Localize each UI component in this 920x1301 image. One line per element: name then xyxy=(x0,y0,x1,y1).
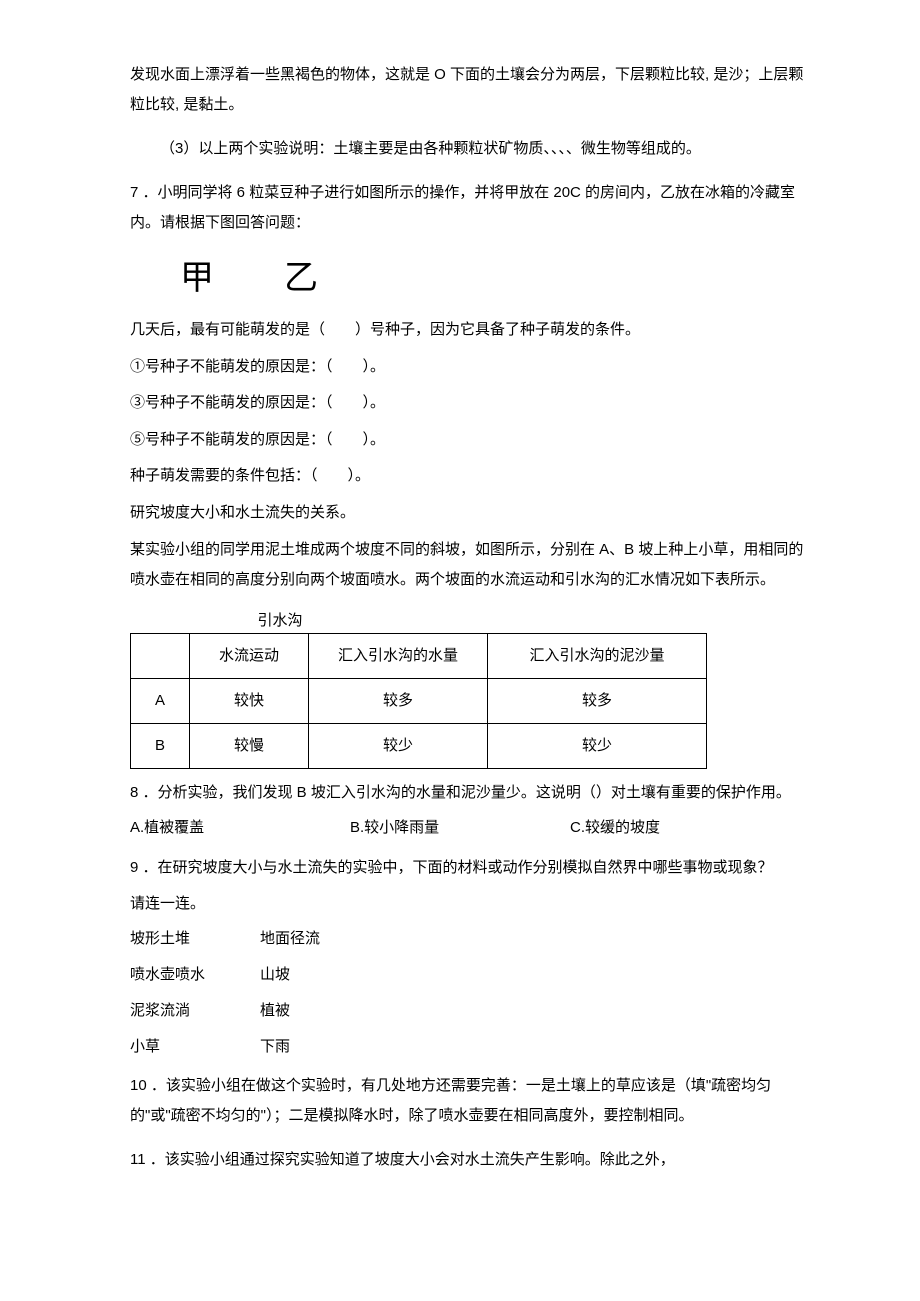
match-left: 泥浆流淌 xyxy=(130,999,260,1023)
match-left: 喷水壶喷水 xyxy=(130,963,260,987)
question-7-stem: 7 ．小明同学将 6 粒菜豆种子进行如图所示的操作，并将甲放在 20C 的房间内… xyxy=(130,178,810,238)
match-left: 坡形土堆 xyxy=(130,927,260,951)
match-right: 山坡 xyxy=(260,963,290,987)
experiment-description: 某实验小组的同学用泥土堆成两个坡度不同的斜坡，如图所示，分别在 A、B 坡上种上… xyxy=(130,535,810,595)
table-row: B 较慢 较少 较少 xyxy=(131,724,707,769)
table-header-flow: 水流运动 xyxy=(190,634,309,679)
results-table: 水流运动 汇入引水沟的水量 汇入引水沟的泥沙量 A 较快 较多 较多 B 较慢 … xyxy=(130,633,707,769)
match-right: 植被 xyxy=(260,999,290,1023)
question-9-stem-b: 请连一连。 xyxy=(130,890,810,919)
match-row: 泥浆流淌 植被 xyxy=(130,999,810,1023)
match-row: 坡形土堆 地面径流 xyxy=(130,927,810,951)
match-left: 小草 xyxy=(130,1035,260,1059)
option-c: C.较缓的坡度 xyxy=(570,816,810,840)
table-header-blank xyxy=(131,634,190,679)
question-9-stem-a: 9 ．在研究坡度大小与水土流失的实验中，下面的材料或动作分别模拟自然界中哪些事物… xyxy=(130,854,810,883)
question-11-stem: 11 ．该实验小组通过探究实验知道了坡度大小会对水土流失产生影响。除此之外， xyxy=(130,1145,810,1175)
table-cell: 较多 xyxy=(309,679,488,724)
table-cell: 较慢 xyxy=(190,724,309,769)
question-10-stem: 10 ．该实验小组在做这个实验时，有几处地方还需要完善：一是土壤上的草应该是（填… xyxy=(130,1071,810,1131)
table-header-sediment: 汇入引水沟的泥沙量 xyxy=(488,634,707,679)
match-row: 小草 下雨 xyxy=(130,1035,810,1059)
option-b: B.较小降雨量 xyxy=(350,816,570,840)
question-7-sub-3: ③号种子不能萌发的原因是：（ ）。 xyxy=(130,389,810,418)
figure-labels-jia-yi: 甲乙 xyxy=(180,252,810,306)
table-cell: 较少 xyxy=(309,724,488,769)
question-7-sub-conditions: 种子萌发需要的条件包括：（ ）。 xyxy=(130,462,810,491)
question-7-sub-1: ①号种子不能萌发的原因是：（ ）。 xyxy=(130,353,810,382)
table-cell: 较少 xyxy=(488,724,707,769)
question-8-stem: 8 ．分析实验，我们发现 B 坡汇入引水沟的水量和泥沙量少。这说明（）对土壤有重… xyxy=(130,779,810,808)
match-right: 下雨 xyxy=(260,1035,290,1059)
option-a: A.植被覆盖 xyxy=(130,816,350,840)
table-caption: 引水沟 xyxy=(220,609,340,633)
table-row: A 较快 较多 较多 xyxy=(131,679,707,724)
table-cell: A xyxy=(131,679,190,724)
paragraph-soil-layers: 发现水面上漂浮着一些黑褐色的物体，这就是 O 下面的土壤会分为两层，下层颗粒比较… xyxy=(130,60,810,120)
table-header-row: 水流运动 汇入引水沟的水量 汇入引水沟的泥沙量 xyxy=(131,634,707,679)
question-8-options: A.植被覆盖 B.较小降雨量 C.较缓的坡度 xyxy=(130,816,810,840)
table-cell: 较多 xyxy=(488,679,707,724)
match-right: 地面径流 xyxy=(260,927,320,951)
table-header-water: 汇入引水沟的水量 xyxy=(309,634,488,679)
paragraph-experiment-conclusion: （3）以上两个实验说明：土壤主要是由各种颗粒状矿物质、、、、微生物等组成的。 xyxy=(130,134,810,164)
question-7-sub-main: 几天后，最有可能萌发的是（ ）号种子，因为它具备了种子萌发的条件。 xyxy=(130,316,810,345)
section-title-slope: 研究坡度大小和水土流失的关系。 xyxy=(130,499,810,528)
question-7-sub-5: ⑤号种子不能萌发的原因是：（ ）。 xyxy=(130,426,810,455)
match-row: 喷水壶喷水 山坡 xyxy=(130,963,810,987)
table-cell: B xyxy=(131,724,190,769)
table-cell: 较快 xyxy=(190,679,309,724)
